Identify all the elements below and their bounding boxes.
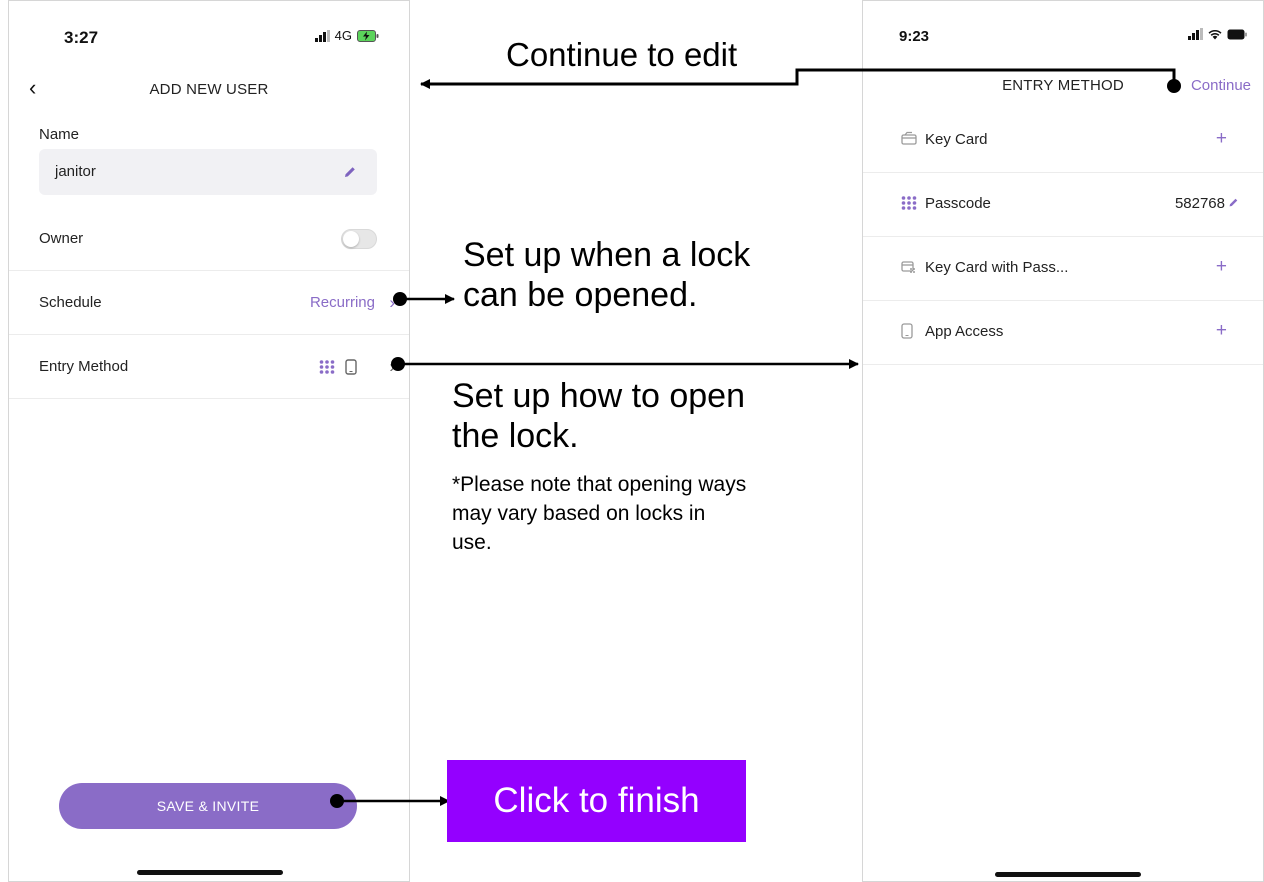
annotation-entry-line1: Set up how to open <box>452 377 746 415</box>
arrow-schedule <box>393 292 455 306</box>
arrow-entry-method <box>391 357 859 371</box>
annotation-click-to-finish: Click to finish <box>447 760 746 842</box>
annotation-entry-method: Set up how to open the lock. <box>452 376 745 456</box>
annotation-note-line1: *Please note that opening ways <box>452 473 747 496</box>
annotation-entry-line2: the lock. <box>452 417 579 455</box>
annotation-continue-to-edit: Continue to edit <box>506 36 738 73</box>
annotation-schedule: Set up when a lock can be opened. <box>463 235 750 315</box>
arrow-finish <box>330 794 450 808</box>
annotation-note: *Please note that opening ways may vary … <box>452 470 746 557</box>
annotation-note-line2: may vary based on locks in <box>452 502 706 525</box>
annotation-schedule-line2: can be opened. <box>463 276 698 314</box>
annotation-note-line3: use. <box>452 531 492 554</box>
annotation-schedule-line1: Set up when a lock <box>463 236 751 274</box>
